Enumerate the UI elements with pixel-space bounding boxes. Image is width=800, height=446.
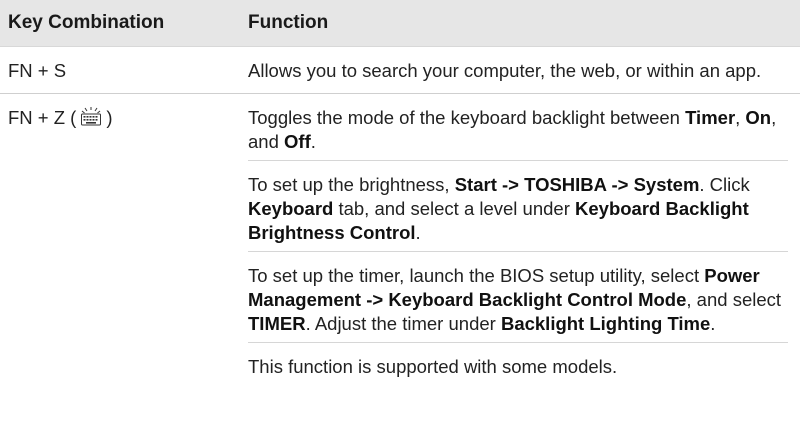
key-combination-suffix: ) (106, 107, 113, 128)
function-paragraph: To set up the brightness, Start -> TOSHI… (248, 160, 788, 251)
bold-text-run: Off (284, 131, 311, 152)
text-run: Toggles the mode of the keyboard backlig… (248, 107, 686, 128)
function-cell: Allows you to search your computer, the … (248, 47, 800, 93)
key-combination-prefix: FN + Z ( (8, 107, 77, 128)
key-combination-cell: FN + Z () (0, 94, 248, 387)
text-run: . (415, 222, 421, 243)
table-row: FN + S Allows you to search your compute… (0, 47, 800, 94)
function-paragraph: Toggles the mode of the keyboard backlig… (248, 94, 788, 160)
keyboard-backlight-icon (80, 106, 102, 132)
bold-text-run: Keyboard (248, 198, 334, 219)
text-run: . (310, 131, 316, 152)
text-run: tab, and select a level under (333, 198, 576, 219)
column-header-key-combination: Key Combination (8, 12, 165, 33)
column-header-function: Function (248, 12, 329, 33)
function-paragraph: To set up the timer, launch the BIOS set… (248, 251, 788, 342)
text-run: To set up the brightness, (248, 174, 455, 195)
key-combination-cell: FN + S (0, 47, 248, 93)
text-run: Allows you to search your computer, the … (248, 60, 762, 81)
text-run: , and select (686, 289, 782, 310)
table-row: FN + Z () Toggles the mode of the keybo… (0, 94, 800, 387)
bold-text-run: On (745, 107, 772, 128)
bold-text-run: Start -> TOSHIBA -> System (454, 174, 700, 195)
key-function-table: Key Combination Function FN + S Allows y… (0, 0, 800, 387)
key-combination-text: FN + S (8, 60, 67, 81)
text-run: This function is supported with some mod… (248, 356, 618, 377)
function-cell: Toggles the mode of the keyboard backlig… (248, 94, 800, 387)
text-run: . (710, 313, 716, 334)
bold-text-run: Backlight Lighting Time (500, 313, 711, 334)
text-run: . Click (699, 174, 750, 195)
text-run: To set up the timer, launch the BIOS set… (248, 265, 705, 286)
bold-text-run: Timer (685, 107, 736, 128)
text-run: . Adjust the timer under (305, 313, 501, 334)
function-paragraph: Allows you to search your computer, the … (248, 47, 788, 93)
function-paragraph: This function is supported with some mod… (248, 342, 788, 387)
table-header: Key Combination Function (0, 0, 800, 47)
text-run: , (735, 107, 746, 128)
bold-text-run: TIMER (248, 313, 306, 334)
